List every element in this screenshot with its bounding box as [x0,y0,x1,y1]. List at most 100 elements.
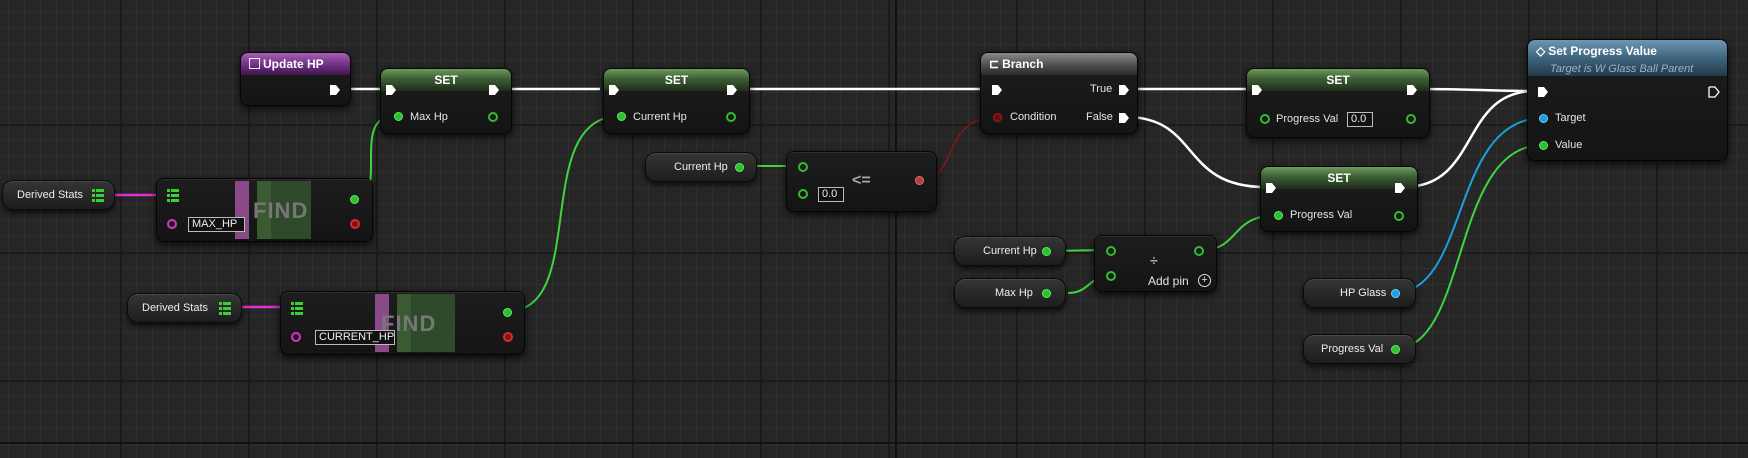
current-hp-getter[interactable]: Current Hp [645,152,757,182]
exec-in-pin[interactable] [608,84,620,96]
find-current-hp-node[interactable]: FIND CURRENT_HP [280,291,525,355]
target-label: Target [1555,112,1586,124]
set-progress-value-title: Set Progress Value [1548,44,1657,58]
update-hp-node[interactable]: Update HP [240,52,351,106]
event-icon [249,58,260,69]
current-hp-label: Current Hp [983,245,1037,257]
max-hp-getter[interactable]: Max Hp [954,278,1066,308]
branch-false-label: False [1086,111,1113,123]
add-pin-icon[interactable]: + [1198,274,1211,287]
compare-result-pin[interactable] [915,176,924,185]
derived-stats-getter[interactable]: Derived Stats [127,293,242,323]
exec-out-pin[interactable] [329,84,341,96]
key-input-pin[interactable] [167,219,177,229]
exec-out-pin[interactable] [488,84,500,96]
progress-val-output-pin[interactable] [1394,211,1404,221]
map-pin-icon[interactable] [92,189,104,202]
hp-glass-getter[interactable]: HP Glass [1303,278,1416,308]
exec-out-pin[interactable] [1394,182,1406,194]
divide-result-pin[interactable] [1194,246,1204,256]
float-wire [507,115,621,312]
condition-label: Condition [1010,111,1057,123]
add-pin-label[interactable]: Add pin [1148,274,1189,288]
exec-in-pin[interactable] [991,84,1003,96]
condition-pin[interactable] [993,113,1002,122]
true-exec-out-pin[interactable] [1118,84,1130,96]
derived-stats-label: Derived Stats [17,189,84,201]
set-progress-true-node[interactable]: SET Progress Val 0.0 [1246,68,1430,138]
exec-wire [1417,87,1536,93]
progress-val-label: Progress Val [1321,343,1384,355]
max-hp-input-pin[interactable] [394,112,403,121]
find-label: FIND [253,198,309,223]
less-equal-node[interactable]: <= 0.0 [786,151,937,212]
hp-glass-output-pin[interactable] [1391,289,1400,298]
current-hp-output-pin[interactable] [735,163,744,172]
false-exec-out-pin[interactable] [1118,112,1130,124]
find-result-pin[interactable] [503,308,512,317]
target-pin[interactable] [1539,114,1548,123]
compare-a-pin[interactable] [798,162,808,172]
current-hp-output-pin[interactable] [1042,247,1051,256]
set-progress-value-subtitle: Target is W Glass Ball Parent [1550,63,1694,75]
map-pin-icon[interactable] [219,302,231,315]
progress-val-pin-label: Progress Val [1276,113,1339,125]
progress-val-output-pin[interactable] [1406,114,1416,124]
find-bool-pin[interactable] [350,219,360,229]
max-hp-label: Max Hp [995,287,1033,299]
exec-in-pin[interactable] [1265,182,1277,194]
progress-val-default-field[interactable]: 0.0 [1347,112,1373,127]
set-progress-value-header: ◇ Set Progress Value Target is W Glass Ba… [1528,40,1727,76]
find-max-hp-node[interactable]: FIND MAX_HP [156,178,373,242]
current-hp-input-pin[interactable] [617,112,626,121]
branch-icon: ⊏ [989,57,1000,71]
update-hp-title: Update HP [263,57,324,71]
progress-val-input-pin[interactable] [1274,211,1283,220]
max-hp-output-pin[interactable] [1042,289,1051,298]
set-progress-value-node[interactable]: ◇ Set Progress Value Target is W Glass Ba… [1527,39,1728,161]
value-pin[interactable] [1539,141,1548,150]
set-progress-true-header: SET [1247,69,1429,91]
function-icon: ◇ [1536,44,1546,58]
branch-true-label: True [1090,83,1113,95]
progress-val-output-pin[interactable] [1391,345,1400,354]
find-bool-pin[interactable] [503,332,513,342]
branch-header: ⊏ Branch [981,53,1137,75]
current-hp-getter[interactable]: Current Hp [954,236,1066,266]
exec-out-pin[interactable] [1708,86,1720,98]
branch-node[interactable]: ⊏ Branch True Condition False [980,52,1138,134]
current-hp-output-pin[interactable] [726,112,736,122]
progress-val-input-pin[interactable] [1260,114,1270,124]
derived-stats-getter[interactable]: Derived Stats [2,180,115,210]
set-progress-false-node[interactable]: SET Progress Val [1260,166,1418,232]
divide-a-pin[interactable] [1106,246,1116,256]
hp-glass-label: HP Glass [1340,287,1387,299]
exec-out-pin[interactable] [726,84,738,96]
divide-b-pin[interactable] [1106,271,1116,281]
set-max-hp-node[interactable]: SET Max Hp [380,68,512,134]
less-equal-operator: <= [852,172,871,189]
exec-wire [1125,115,1266,189]
exec-in-pin[interactable] [1537,86,1549,98]
exec-out-pin[interactable] [1406,84,1418,96]
max-hp-pin-label: Max Hp [410,111,448,123]
set-current-hp-node[interactable]: SET Current Hp [603,68,750,134]
key-input-pin[interactable] [291,332,301,342]
derived-stats-label: Derived Stats [142,302,209,314]
key-field[interactable]: CURRENT_HP [315,330,395,345]
exec-in-pin[interactable] [385,84,397,96]
exec-in-pin[interactable] [1251,84,1263,96]
value-label: Value [1555,139,1583,151]
progress-val-getter[interactable]: Progress Val [1303,334,1416,364]
map-input-pin[interactable] [291,302,303,315]
map-input-pin[interactable] [167,189,179,202]
divide-node[interactable]: ÷ Add pin + [1094,235,1217,292]
current-hp-pin-label: Current Hp [633,111,687,123]
grid-axis-horizontal [0,442,1748,444]
compare-b-field[interactable]: 0.0 [818,187,844,202]
compare-b-pin[interactable] [798,189,808,199]
max-hp-output-pin[interactable] [488,112,498,122]
find-result-pin[interactable] [350,195,359,204]
update-hp-header: Update HP [241,53,350,75]
key-field[interactable]: MAX_HP [188,217,245,232]
